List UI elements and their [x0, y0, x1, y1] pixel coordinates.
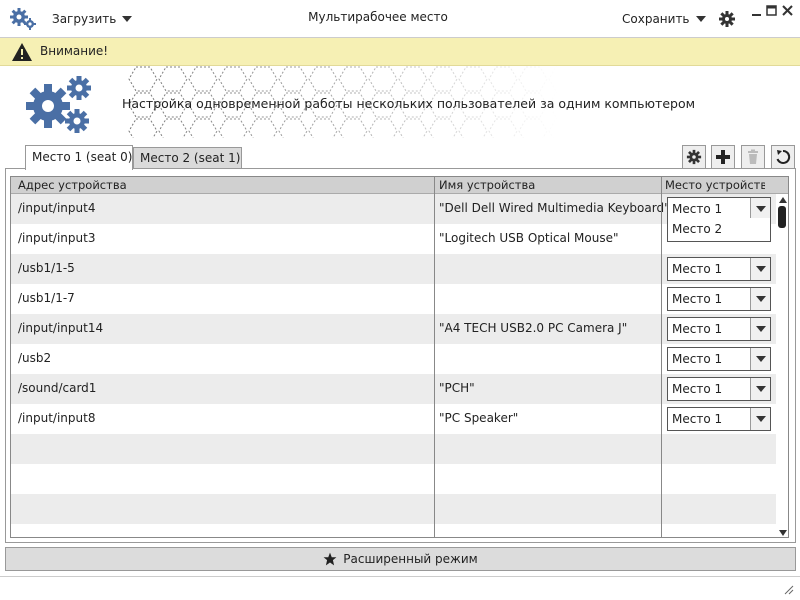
- advanced-mode-button[interactable]: Расширенный режим: [5, 547, 796, 571]
- tab-seat-2[interactable]: Место 2 (seat 1): [133, 147, 242, 169]
- seat-select-value: Место 1: [672, 352, 723, 366]
- seat-dropdown-list[interactable]: Место 2: [667, 218, 771, 242]
- gear-icon: [686, 149, 702, 165]
- warning-text: Внимание!: [40, 44, 109, 58]
- seat-select-value: Место 1: [672, 322, 723, 336]
- column-divider: [434, 177, 435, 537]
- seat-select[interactable]: Место 1: [667, 287, 771, 311]
- device-name: "Dell Dell Wired Multimedia Keyboard": [439, 201, 670, 215]
- chevron-down-icon: [750, 318, 770, 340]
- warning-bar: Внимание!: [0, 38, 800, 66]
- chevron-down-icon: [750, 288, 770, 310]
- chevron-down-icon: [750, 198, 770, 220]
- scroll-thumb[interactable]: [778, 206, 786, 228]
- add-seat-button[interactable]: [711, 145, 735, 169]
- trash-icon: [748, 149, 758, 164]
- column-header-address[interactable]: Адрес устройства: [18, 178, 428, 192]
- device-name: "PCH": [439, 381, 475, 395]
- maximize-icon: [766, 5, 777, 16]
- save-menu[interactable]: Сохранить: [622, 10, 706, 28]
- seat-select[interactable]: Место 1: [667, 407, 771, 431]
- device-address: /input/input3: [18, 231, 96, 245]
- delete-seat-button[interactable]: [741, 145, 765, 169]
- refresh-icon: [776, 149, 791, 164]
- column-divider: [661, 177, 662, 537]
- seat-select[interactable]: Место 1: [667, 347, 771, 371]
- header-description: Настройка одновременной работы нескольки…: [122, 96, 696, 111]
- seat-settings-button[interactable]: [682, 145, 706, 169]
- device-address: /usb1/1-7: [18, 291, 75, 305]
- scroll-down-arrow-icon[interactable]: [779, 530, 787, 536]
- plus-icon: [716, 150, 730, 164]
- title-bar: Загрузить Мультирабочее место Сохранить: [0, 0, 800, 38]
- device-address: /usb2: [18, 351, 52, 365]
- seat-select[interactable]: Место 1: [667, 257, 771, 281]
- seat-select[interactable]: Место 1: [667, 317, 771, 341]
- tab-seat-1[interactable]: Место 1 (seat 0): [25, 145, 133, 170]
- device-address: /input/input14: [18, 321, 104, 335]
- device-address: /sound/card1: [18, 381, 97, 395]
- star-icon: [323, 552, 337, 566]
- seat-select-value: Место 1: [672, 292, 723, 306]
- advanced-mode-label: Расширенный режим: [343, 552, 478, 566]
- chevron-down-icon: [750, 408, 770, 430]
- seat-select[interactable]: Место 1: [667, 377, 771, 401]
- gears-icon: [26, 76, 91, 133]
- device-address: /input/input4: [18, 201, 96, 215]
- save-menu-label: Сохранить: [622, 12, 690, 26]
- column-header-name[interactable]: Имя устройства: [439, 178, 657, 192]
- device-address: /usb1/1-5: [18, 261, 75, 275]
- close-icon: [782, 5, 793, 16]
- resize-grip-icon[interactable]: [782, 583, 794, 595]
- vertical-scrollbar[interactable]: [776, 194, 788, 537]
- table-header: Адрес устройства Имя устройства Место ус…: [11, 177, 788, 194]
- refresh-button[interactable]: [771, 145, 795, 169]
- device-name: "PC Speaker": [439, 411, 519, 425]
- dropdown-arrow-icon: [695, 16, 706, 22]
- devices-table: Адрес устройства Имя устройства Место ус…: [10, 176, 789, 538]
- scroll-up-arrow-icon[interactable]: [779, 197, 787, 203]
- seat-select-value: Место 1: [672, 262, 723, 276]
- column-header-seat[interactable]: Место устройства: [665, 178, 765, 192]
- seat-select-value: Место 1: [672, 412, 723, 426]
- seat-select-value: Место 1: [672, 382, 723, 396]
- device-address: /input/input8: [18, 411, 96, 425]
- warning-icon: [12, 43, 32, 61]
- window-controls[interactable]: [750, 4, 796, 18]
- minimize-icon: [752, 14, 761, 16]
- seat-select-value: Место 1: [672, 202, 723, 216]
- chevron-down-icon: [750, 258, 770, 280]
- settings-gear-icon[interactable]: [718, 10, 736, 28]
- chevron-down-icon: [750, 378, 770, 400]
- device-name: "Logitech USB Optical Mouse": [439, 231, 619, 245]
- status-bar: [0, 576, 800, 600]
- chevron-down-icon: [750, 348, 770, 370]
- seat-dropdown-option[interactable]: Место 2: [672, 222, 722, 236]
- device-name: "A4 TECH USB2.0 PC Camera J": [439, 321, 628, 335]
